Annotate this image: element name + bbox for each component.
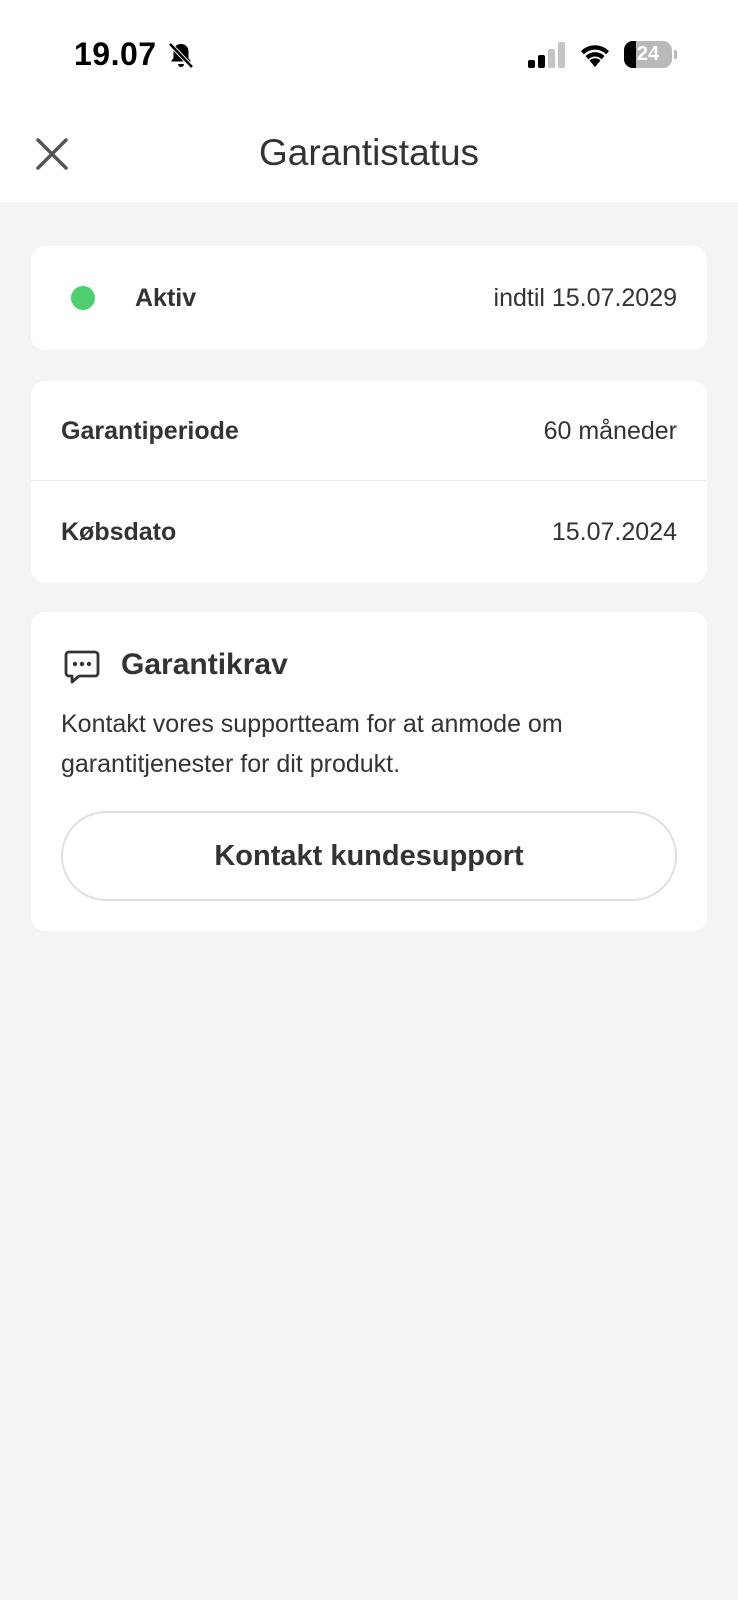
- chat-bubble-icon: [64, 650, 100, 684]
- warranty-status-card: Aktiv indtil 15.07.2029: [31, 246, 707, 350]
- warranty-details-card: Garantiperiode 60 måneder Købsdato 15.07…: [31, 381, 707, 583]
- signal-icon: [528, 42, 565, 68]
- status-label: Aktiv: [135, 284, 197, 312]
- warranty-period-row: Garantiperiode 60 måneder: [31, 381, 707, 481]
- status-time: 19.07: [74, 36, 157, 72]
- purchase-date-value: 15.07.2024: [551, 518, 677, 546]
- wifi-icon: [581, 45, 609, 67]
- battery-body: 24: [624, 41, 672, 68]
- contact-support-button[interactable]: Kontakt kundesupport: [61, 811, 677, 901]
- warranty-period-label: Garantiperiode: [61, 417, 239, 445]
- bell-slash-icon: [168, 42, 194, 69]
- battery-level: 24: [636, 43, 660, 65]
- battery-icon: 24: [624, 41, 677, 68]
- top-bar: 19.07 24 Garantistatus: [0, 0, 738, 202]
- page-title: Garantistatus: [258, 132, 480, 173]
- warranty-claim-card: Garantikrav Kontakt vores supportteam fo…: [31, 612, 707, 931]
- purchase-date-row: Købsdato 15.07.2024: [31, 482, 707, 582]
- battery-tip: [674, 50, 677, 59]
- claim-description: Kontakt vores supportteam for at anmode …: [61, 710, 563, 778]
- warranty-period-value: 60 måneder: [543, 417, 677, 445]
- status-indicator-dot: [71, 286, 95, 310]
- purchase-date-label: Købsdato: [61, 518, 177, 546]
- claim-title: Garantikrav: [121, 648, 288, 681]
- status-until-date: indtil 15.07.2029: [493, 284, 677, 312]
- status-bar: 19.07 24: [0, 0, 738, 110]
